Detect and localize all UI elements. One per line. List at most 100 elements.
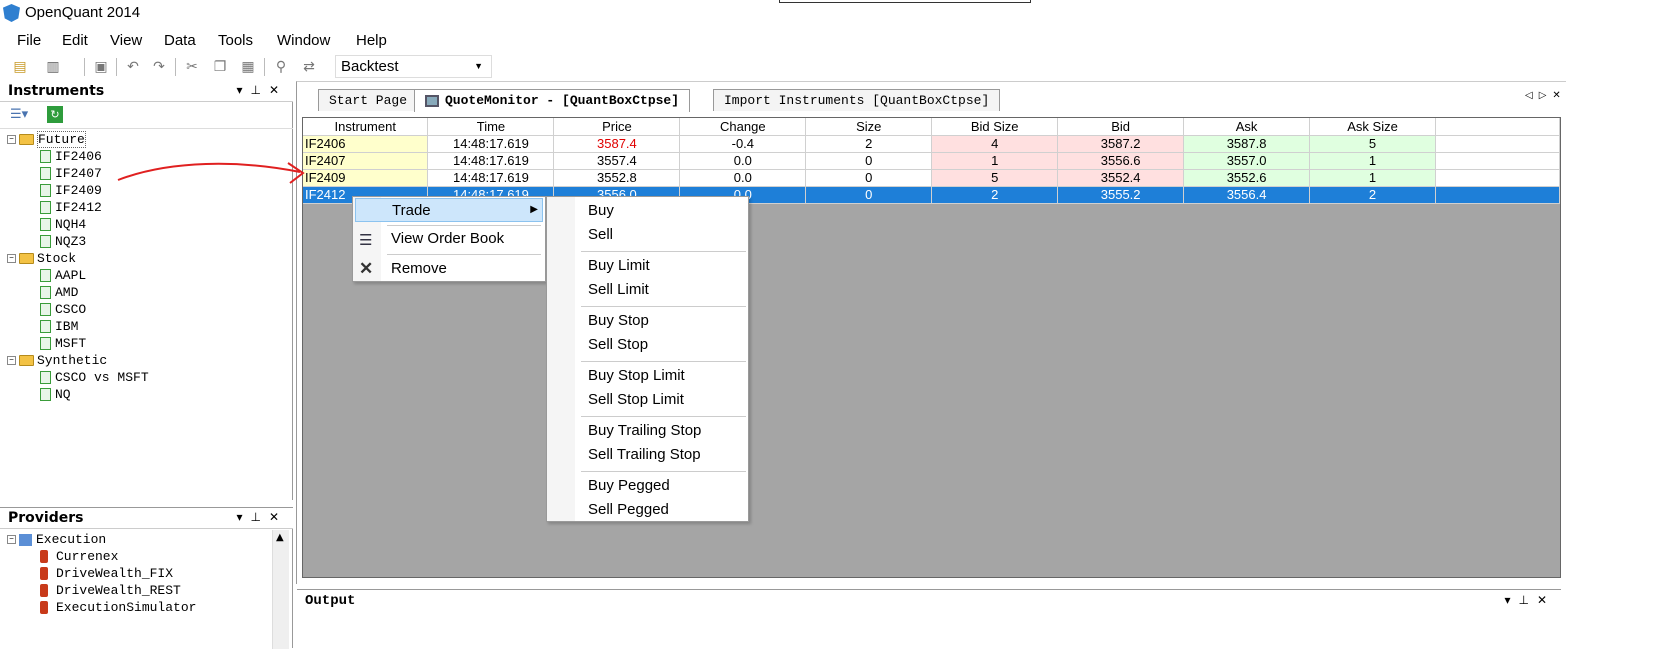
tree-item[interactable]: NQZ3 — [40, 233, 86, 250]
cell-change[interactable]: 0.0 — [679, 169, 807, 187]
cell-ask[interactable]: 3556.4 — [1183, 186, 1311, 204]
tree-item[interactable]: AAPL — [40, 267, 86, 284]
tree-item[interactable]: NQ — [40, 386, 71, 403]
dropdown-icon[interactable]: ▾ — [236, 83, 250, 97]
collapse-icon[interactable]: − — [7, 254, 16, 264]
menu-item-sell-stop-limit[interactable]: Sell Stop Limit — [547, 388, 748, 412]
tree-item[interactable]: Currenex — [40, 548, 118, 565]
table-row[interactable]: IF2406 14:48:17.619 3587.4 -0.4 2 4 3587… — [303, 135, 1560, 153]
tree-item[interactable]: CSCO — [40, 301, 86, 318]
menu-item-buy-stop-limit[interactable]: Buy Stop Limit — [547, 364, 748, 388]
menu-tools[interactable]: Tools — [218, 32, 253, 49]
cell-instrument[interactable]: IF2407 — [303, 152, 429, 170]
menu-item-buy[interactable]: Buy — [547, 199, 748, 223]
cell-bid[interactable]: 3552.4 — [1057, 169, 1185, 187]
column-header[interactable]: Bid — [1057, 118, 1185, 136]
cell-ask[interactable]: 3587.8 — [1183, 135, 1311, 153]
mode-combobox[interactable]: Backtest ▼ — [335, 55, 492, 78]
scroll-up-icon[interactable]: ▲ — [276, 532, 284, 543]
tab-quote-monitor[interactable]: QuoteMonitor - [QuantBoxCtpse] — [414, 89, 691, 112]
cell-instrument[interactable]: IF2406 — [303, 135, 429, 153]
menu-item-remove[interactable]: ✕ Remove — [353, 257, 545, 281]
tree-group-synthetic[interactable]: − Synthetic — [7, 352, 107, 369]
menu-item-buy-trailing-stop[interactable]: Buy Trailing Stop — [547, 419, 748, 443]
tree-item[interactable]: CSCO vs MSFT — [40, 369, 149, 386]
tab-import-instruments[interactable]: Import Instruments [QuantBoxCtpse] — [713, 89, 1001, 111]
cell-price[interactable]: 3587.4 — [553, 135, 681, 153]
column-header[interactable]: Bid Size — [931, 118, 1059, 136]
cell-price[interactable]: 3552.8 — [553, 169, 681, 187]
cell-ask[interactable]: 3552.6 — [1183, 169, 1311, 187]
column-header[interactable]: Price — [553, 118, 681, 136]
cell-bid-size[interactable]: 4 — [931, 135, 1059, 153]
menu-help[interactable]: Help — [356, 32, 387, 49]
redo-icon[interactable]: ↷ — [149, 57, 169, 77]
cell-instrument[interactable]: IF2409 — [303, 169, 429, 187]
pin-icon[interactable]: ⊥ — [250, 510, 268, 524]
tab-start-page[interactable]: Start Page — [318, 89, 419, 111]
cell-size[interactable]: 0 — [805, 152, 933, 170]
menu-item-trade[interactable]: Trade ▶ — [355, 198, 543, 222]
tree-item[interactable]: AMD — [40, 284, 78, 301]
cell-time[interactable]: 14:48:17.619 — [427, 169, 555, 187]
scroll-right-icon[interactable]: ▷ — [1539, 90, 1553, 101]
column-header[interactable]: Change — [679, 118, 807, 136]
menu-item-buy-stop[interactable]: Buy Stop — [547, 309, 748, 333]
cell-time[interactable]: 14:48:17.619 — [427, 152, 555, 170]
copy-icon[interactable]: ❐ — [210, 57, 230, 77]
collapse-icon[interactable]: − — [7, 135, 16, 145]
column-header[interactable]: Size — [805, 118, 933, 136]
cell-time[interactable]: 14:48:17.619 — [427, 135, 555, 153]
tree-group-execution[interactable]: − Execution — [7, 531, 106, 548]
tree-item[interactable]: IF2406 — [40, 148, 102, 165]
menu-item-buy-pegged[interactable]: Buy Pegged — [547, 474, 748, 498]
collapse-icon[interactable]: − — [7, 356, 16, 366]
cell-ask-size[interactable]: 5 — [1309, 135, 1436, 153]
cell-price[interactable]: 3557.4 — [553, 152, 681, 170]
collapse-icon[interactable]: − — [7, 535, 16, 545]
cell-bid-size[interactable]: 2 — [931, 186, 1059, 204]
menu-item-sell[interactable]: Sell — [547, 223, 748, 247]
cell-size[interactable]: 0 — [805, 186, 933, 204]
menu-item-sell-stop[interactable]: Sell Stop — [547, 333, 748, 357]
tree-item[interactable]: IF2407 — [40, 165, 102, 182]
replace-icon[interactable]: ⇄ — [299, 57, 319, 77]
column-header[interactable]: Ask Size — [1309, 118, 1436, 136]
menu-window[interactable]: Window — [277, 32, 330, 49]
column-header[interactable]: Ask — [1183, 118, 1311, 136]
find-icon[interactable]: ⚲ — [271, 57, 291, 77]
cell-bid-size[interactable]: 5 — [931, 169, 1059, 187]
save-icon[interactable]: ▣ — [91, 57, 111, 77]
menu-item-view-order-book[interactable]: ☰ View Order Book — [353, 227, 545, 251]
tree-item[interactable]: NQH4 — [40, 216, 86, 233]
tree-item[interactable]: ExecutionSimulator — [40, 599, 196, 616]
paste-icon[interactable]: ▦ — [238, 57, 258, 77]
cell-ask-size[interactable]: 2 — [1309, 186, 1436, 204]
menu-item-buy-limit[interactable]: Buy Limit — [547, 254, 748, 278]
cell-change[interactable]: 0.0 — [679, 152, 807, 170]
menu-edit[interactable]: Edit — [62, 32, 88, 49]
tree-group-stock[interactable]: − Stock — [7, 250, 76, 267]
dropdown-icon[interactable]: ▾ — [236, 510, 250, 524]
menu-data[interactable]: Data — [164, 32, 196, 49]
cell-size[interactable]: 0 — [805, 169, 933, 187]
cell-bid[interactable]: 3556.6 — [1057, 152, 1185, 170]
cell-bid[interactable]: 3555.2 — [1057, 186, 1185, 204]
menu-item-sell-limit[interactable]: Sell Limit — [547, 278, 748, 302]
cell-size[interactable]: 2 — [805, 135, 933, 153]
open-icon[interactable]: ▥ — [43, 57, 63, 77]
menu-item-sell-trailing-stop[interactable]: Sell Trailing Stop — [547, 443, 748, 467]
tree-item[interactable]: DriveWealth_FIX — [40, 565, 173, 582]
cell-ask-size[interactable]: 1 — [1309, 169, 1436, 187]
providers-scrollbar[interactable]: ▲ — [272, 530, 289, 649]
close-icon[interactable]: ✕ — [269, 510, 287, 524]
cell-bid-size[interactable]: 1 — [931, 152, 1059, 170]
cell-ask[interactable]: 3557.0 — [1183, 152, 1311, 170]
new-icon[interactable]: ▤ — [10, 57, 30, 77]
tree-item[interactable]: IF2409 — [40, 182, 102, 199]
undo-icon[interactable]: ↶ — [123, 57, 143, 77]
pin-icon[interactable]: ⊥ — [250, 83, 268, 97]
cell-ask-size[interactable]: 1 — [1309, 152, 1436, 170]
tree-item[interactable]: DriveWealth_REST — [40, 582, 181, 599]
menu-file[interactable]: File — [17, 32, 41, 49]
